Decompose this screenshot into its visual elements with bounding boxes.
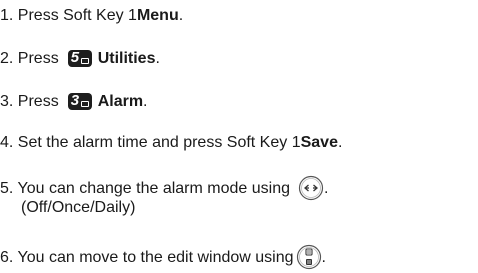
step-2-period: .	[155, 50, 160, 67]
step-4: 4. Set the alarm time and press Soft Key…	[0, 133, 342, 152]
step-1-menu-label: Menu	[136, 7, 179, 24]
step-5-mode-options: (Off/Once/Daily)	[21, 199, 136, 216]
step-2: 2. Press 5 Utilities .	[0, 49, 160, 68]
step-4-save-label: Save	[300, 134, 338, 151]
step-3-text: 3. Press	[0, 93, 59, 110]
key-5-icon: 5	[67, 49, 92, 67]
step-5-text: 5. You can change the alarm mode using	[0, 179, 290, 197]
step-3-alarm-label: Alarm	[97, 93, 144, 110]
step-1-text: 1. Press Soft Key 1	[0, 7, 137, 24]
step-5-period: .	[323, 179, 329, 197]
step-1: 1. Press Soft Key 1 Menu .	[0, 6, 183, 25]
key-5-digit: 5	[70, 49, 80, 66]
key-3-digit: 3	[70, 92, 80, 109]
left-right-nav-key-icon	[298, 175, 324, 201]
key-3-icon: 3	[67, 92, 92, 110]
step-3-period: .	[143, 93, 148, 110]
step-1-period: .	[178, 7, 184, 24]
step-2-utilities-label: Utilities	[97, 50, 156, 67]
step-4-text: 4. Set the alarm time and press Soft Key…	[0, 134, 301, 151]
step-6: 6. You can move to the edit window using…	[0, 244, 326, 270]
step-4-period: .	[337, 134, 343, 151]
up-down-nav-key-icon	[296, 244, 321, 270]
step-6-text: 6. You can move to the edit window using	[0, 248, 294, 266]
key-glyph-icon	[80, 58, 89, 64]
step-2-text: 2. Press	[0, 50, 59, 67]
key-glyph-icon	[80, 101, 89, 107]
step-3: 3. Press 3 Alarm .	[0, 92, 148, 111]
step-6-period: .	[321, 248, 326, 266]
